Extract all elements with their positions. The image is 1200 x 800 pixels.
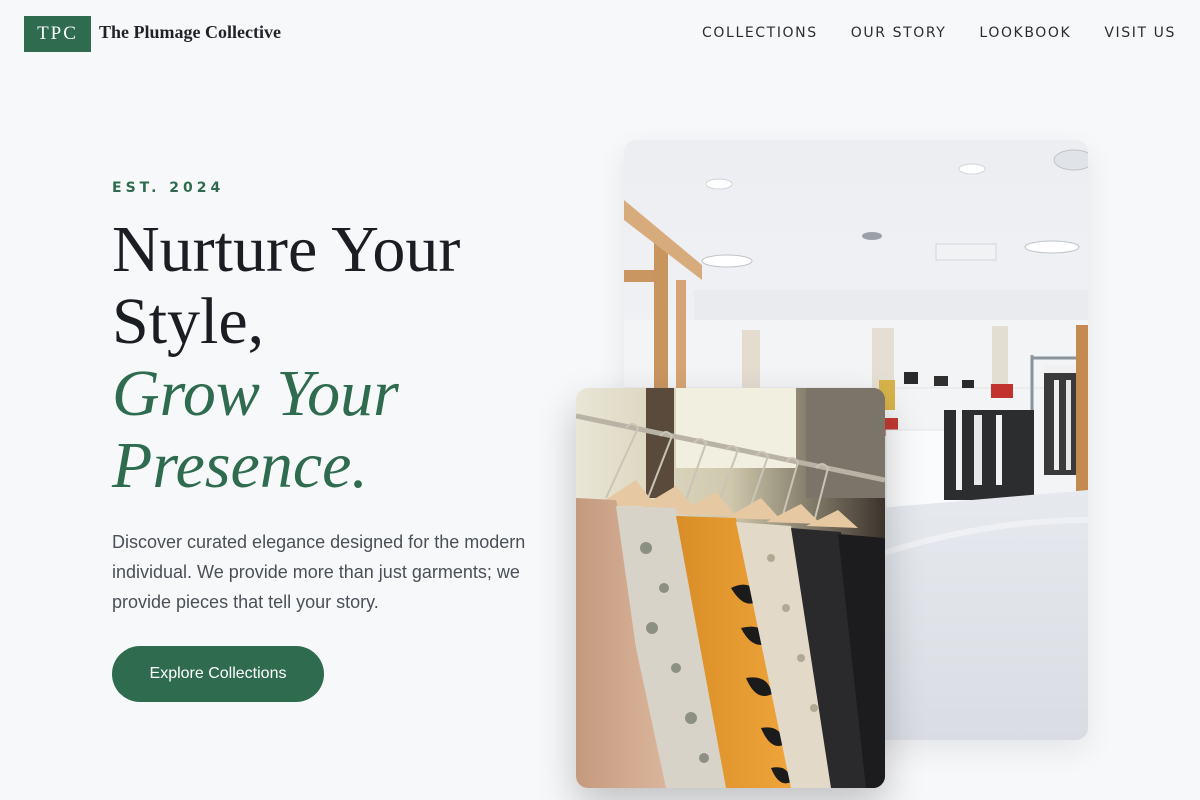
headline-line-1: Nurture Your [112, 213, 461, 286]
nav-collections[interactable]: COLLECTIONS [702, 25, 818, 41]
logo-badge[interactable]: TPC [24, 16, 91, 52]
headline-accent-line-2: Presence. [112, 429, 368, 502]
clothing-rack-image [576, 388, 885, 788]
brand-name[interactable]: The Plumage Collective [99, 22, 281, 43]
hero-description: Discover curated elegance designed for t… [112, 532, 526, 612]
headline-line-2: Style, [112, 285, 265, 358]
eyebrow-text: EST. 2024 [112, 180, 225, 196]
hero-headline: Nurture Your Style, Grow Your Presence. [112, 214, 582, 502]
nav-visit-us[interactable]: VISIT US [1104, 25, 1176, 41]
headline-accent-line-1: Grow Your [112, 357, 399, 430]
explore-collections-button[interactable]: Explore Collections [112, 646, 324, 702]
nav-our-story[interactable]: OUR STORY [851, 25, 947, 41]
nav-lookbook[interactable]: LOOKBOOK [979, 25, 1071, 41]
main-nav: COLLECTIONS OUR STORY LOOKBOOK VISIT US [702, 25, 1176, 41]
